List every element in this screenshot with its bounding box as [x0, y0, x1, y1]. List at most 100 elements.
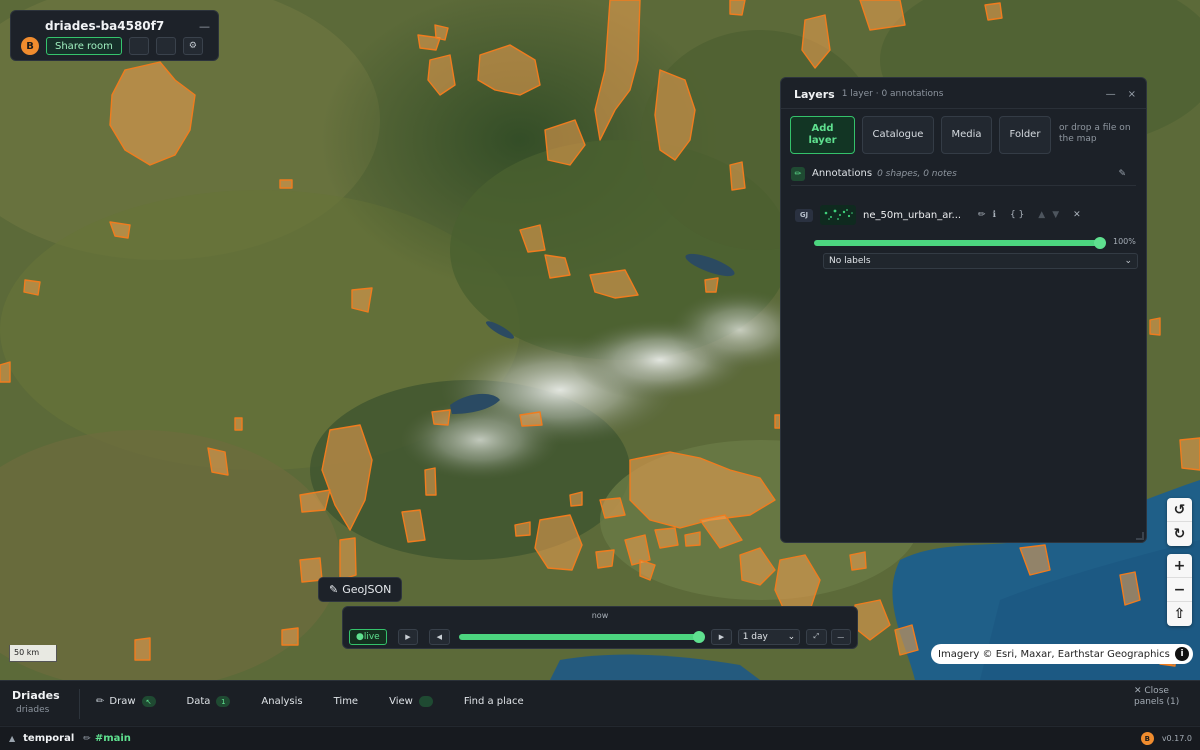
- branch-label[interactable]: #main: [95, 733, 131, 744]
- pencil-icon: ✏: [83, 733, 91, 744]
- user-avatar[interactable]: B: [21, 37, 39, 55]
- timeline-panel: now ●live ▶ ◀ ▶ 1 day ⌄ ⤢ —: [342, 606, 858, 649]
- urban-area-polygon: [0, 361, 11, 383]
- label-select[interactable]: No labels ⌄: [823, 253, 1138, 269]
- gear-icon[interactable]: ⚙: [182, 37, 203, 55]
- compass-button[interactable]: ⇧: [1167, 602, 1192, 626]
- urban-area-polygon: [654, 527, 679, 549]
- urban-area-polygon: [599, 497, 626, 519]
- layer-thumbnail: [820, 205, 856, 225]
- remove-layer-icon[interactable]: ✕: [1073, 210, 1081, 220]
- zoom-controls: + − ⇧: [1167, 554, 1192, 626]
- menu-analysis[interactable]: Analysis: [256, 696, 302, 707]
- chevron-up-icon[interactable]: ▲: [9, 734, 15, 743]
- chevron-down-icon: ⌄: [787, 631, 796, 642]
- live-button[interactable]: ●live: [349, 628, 387, 645]
- opacity-handle[interactable]: [1094, 237, 1106, 249]
- move-up-icon[interactable]: ▲: [1038, 210, 1045, 220]
- annotations-row[interactable]: ✏ Annotations 0 shapes, 0 notes ✎: [791, 164, 1136, 186]
- layers-panel: Layers 1 layer · 0 annotations — × Add l…: [780, 77, 1147, 543]
- menu-view[interactable]: View: [384, 696, 433, 707]
- cursor-badge: ↖: [141, 696, 156, 707]
- status-bar: ▲ temporal ✏ #main B v0.17.0: [0, 726, 1200, 750]
- timeline-handle[interactable]: [693, 630, 706, 643]
- link-icon[interactable]: [155, 37, 176, 55]
- code-icon[interactable]: { }: [1010, 210, 1024, 220]
- brand-name: Driades: [12, 689, 60, 702]
- user-avatar[interactable]: B: [1140, 732, 1154, 745]
- info-icon[interactable]: i: [1175, 647, 1189, 661]
- annotations-counts: 0 shapes, 0 notes: [877, 168, 957, 179]
- urban-area-polygon: [729, 161, 746, 191]
- view-badge: [418, 696, 433, 707]
- pencil-icon[interactable]: ✏: [978, 210, 986, 220]
- resize-handle[interactable]: [1136, 532, 1144, 540]
- urban-area-polygon: [351, 287, 373, 313]
- zoom-out-button[interactable]: −: [1167, 578, 1192, 602]
- urban-area-polygon: [729, 0, 746, 16]
- opacity-fill: [814, 240, 1100, 246]
- move-down-icon[interactable]: ▼: [1052, 210, 1059, 220]
- bottom-toolbar: Driades driades ✏ Draw ↖ Data 1 Analysis…: [0, 680, 1200, 725]
- zoom-in-button[interactable]: +: [1167, 554, 1192, 578]
- step-back-icon[interactable]: ◀: [429, 628, 450, 645]
- urban-area-polygon: [704, 277, 719, 293]
- edit-icon[interactable]: ✎: [1118, 169, 1126, 179]
- urban-area-polygon: [984, 2, 1003, 21]
- panel-minimize-button[interactable]: —: [1106, 89, 1116, 100]
- media-button[interactable]: Media: [941, 116, 992, 154]
- layer-name: ne_50m_urban_ar...: [863, 209, 962, 221]
- urban-area-polygon: [1179, 437, 1200, 471]
- brand[interactable]: Driades driades: [12, 689, 72, 715]
- expand-icon[interactable]: ⤢: [806, 628, 827, 645]
- urban-area-polygon: [849, 551, 867, 571]
- info-icon[interactable]: ℹ: [993, 210, 996, 220]
- annotations-label: Annotations: [812, 168, 873, 179]
- brand-subtitle: driades: [16, 705, 50, 715]
- add-layer-button[interactable]: Add layer: [790, 116, 855, 154]
- urban-area-polygon: [134, 637, 151, 661]
- room-title: driades-ba4580f7: [45, 19, 165, 33]
- timeline-slider[interactable]: [458, 630, 706, 643]
- rotate-right-button[interactable]: ↻: [1167, 522, 1192, 546]
- catalogue-button[interactable]: Catalogue: [862, 116, 934, 154]
- urban-area-polygon: [1149, 317, 1161, 336]
- folder-button[interactable]: Folder: [999, 116, 1051, 154]
- panel-close-button[interactable]: ×: [1128, 89, 1136, 100]
- step-forward-icon[interactable]: ▶: [711, 628, 732, 645]
- drop-hint: or drop a file on the map: [1059, 123, 1131, 144]
- play-icon[interactable]: ▶: [397, 628, 419, 645]
- chevron-down-icon: ⌄: [1124, 256, 1132, 266]
- time-step-select[interactable]: 1 day ⌄: [737, 628, 801, 645]
- pencil-icon: ✏: [791, 166, 805, 181]
- urban-area-polygon: [424, 467, 437, 496]
- rotate-left-button[interactable]: ↺: [1167, 498, 1192, 522]
- scale-bar: 50 km: [9, 645, 57, 662]
- namespace-label[interactable]: temporal: [23, 733, 74, 744]
- count-badge: 1: [216, 696, 231, 707]
- toolbar-menu: ✏ Draw ↖ Data 1 Analysis Time View Find …: [96, 696, 550, 707]
- opacity-slider[interactable]: [814, 237, 1106, 249]
- menu-find-place[interactable]: Find a place: [459, 696, 524, 707]
- menu-draw[interactable]: ✏ Draw ↖: [96, 696, 156, 707]
- room-minimize-button[interactable]: —: [199, 20, 210, 33]
- urban-area-polygon: [569, 491, 583, 507]
- rotate-controls: ↺ ↻: [1167, 498, 1192, 546]
- menu-time[interactable]: Time: [329, 696, 358, 707]
- collapse-icon[interactable]: —: [830, 628, 851, 645]
- close-panels-button[interactable]: ✕ Close panels (1): [1134, 686, 1194, 708]
- urban-area-polygon: [431, 409, 451, 426]
- opacity-value: 100%: [1113, 237, 1136, 246]
- pencil-icon: ✎: [329, 583, 339, 596]
- geojson-badge: GJ: [795, 208, 813, 222]
- urban-area-polygon: [281, 627, 299, 646]
- layers-panel-title: Layers: [794, 87, 835, 101]
- version-label: v0.17.0: [1161, 734, 1192, 743]
- copy-icon[interactable]: [128, 37, 149, 55]
- geojson-label: GeoJSON: [342, 583, 392, 596]
- menu-data[interactable]: Data 1: [182, 696, 231, 707]
- layer-item[interactable]: GJ ne_50m_urban_ar... ✏ ℹ { } ▲ ▼ ✕: [795, 205, 1136, 225]
- urban-area-polygon: [234, 417, 243, 431]
- share-room-button[interactable]: Share room: [46, 37, 122, 55]
- geojson-tooltip[interactable]: ✎ GeoJSON: [318, 577, 403, 602]
